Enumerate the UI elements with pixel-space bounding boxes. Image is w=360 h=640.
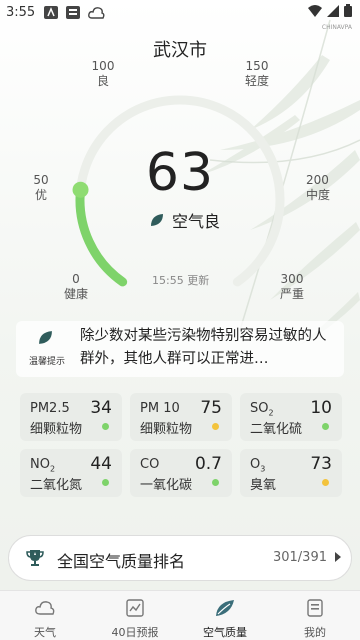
- tab-air-quality[interactable]: 空气质量: [180, 591, 270, 640]
- chart-icon: [126, 599, 144, 617]
- pollutant-name: O3: [250, 457, 266, 474]
- pollutant-value: 75: [200, 398, 222, 418]
- pollutant-card-o3[interactable]: O3 73 臭氧: [240, 449, 342, 497]
- pollutant-desc: 二氧化氮: [30, 478, 83, 493]
- gauge-progress-arc: [75, 185, 128, 287]
- leaf-icon: [151, 214, 163, 226]
- pollutant-value: 0.7: [194, 454, 222, 474]
- pollutant-name: CO: [140, 457, 160, 472]
- pollutant-desc: 二氧化硫: [250, 422, 303, 437]
- tab-profile[interactable]: 我的: [270, 591, 360, 640]
- pollutant-name: NO2: [30, 457, 56, 474]
- pollutant-desc: 细颗粒物: [140, 422, 193, 437]
- pollutant-card-so2[interactable]: SO2 10 二氧化硫: [240, 393, 342, 441]
- tip-label: 温馨提示: [28, 357, 65, 367]
- pollutant-value: 73: [310, 454, 332, 474]
- pollutant-value: 44: [90, 454, 112, 474]
- tab-40day-label: 40日预报: [111, 626, 159, 639]
- pollutant-card-co[interactable]: CO 0.7 一氧化碳: [130, 449, 232, 497]
- ranking-label: 全国空气质量排名: [57, 552, 186, 571]
- pollutant-desc: 臭氧: [250, 478, 277, 493]
- pollutant-status-dot: [102, 423, 109, 430]
- chevron-right-icon: [335, 552, 341, 562]
- tab-weather[interactable]: 天气: [0, 591, 90, 640]
- tab-air-quality-label: 空气质量: [203, 626, 247, 639]
- update-time: 15:55 更新: [152, 274, 210, 287]
- pollutant-card-pm10[interactable]: PM 10 75 细颗粒物: [130, 393, 232, 441]
- tab-weather-label: 天气: [34, 626, 56, 639]
- bottom-tab-bar: 天气 40日预报 空气质量 我的: [0, 590, 360, 640]
- aqi-value: 63: [145, 143, 215, 203]
- gauge-knob[interactable]: [72, 181, 89, 198]
- tip-leaf-icon: [39, 331, 52, 344]
- profile-icon: [307, 599, 323, 617]
- leaf-icon: [216, 600, 234, 616]
- ranking-value: 301/391: [272, 550, 327, 565]
- national-ranking-button[interactable]: 全国空气质量排名 301/391: [8, 535, 352, 581]
- pollutant-status-dot: [212, 423, 219, 430]
- pollutant-value: 10: [310, 398, 332, 418]
- trophy-icon: [26, 550, 44, 566]
- pollutant-value: 34: [90, 398, 112, 418]
- pollutant-desc: 细颗粒物: [30, 422, 83, 437]
- aqi-level: 空气良: [150, 208, 220, 232]
- pollutant-status-dot: [322, 423, 329, 430]
- pollutant-card-no2[interactable]: NO2 44 二氧化氮: [20, 449, 122, 497]
- pollutant-card-pm25[interactable]: PM2.5 34 细颗粒物: [20, 393, 122, 441]
- tip-text: 除少数对某些污染物特别容易过敏的人群外，其他人群可以正常进…: [80, 328, 327, 367]
- aqi-level-label: 空气良: [172, 212, 221, 231]
- pollutant-status-dot: [102, 479, 109, 486]
- pollutant-desc: 一氧化碳: [140, 478, 193, 493]
- cloud-icon: [35, 601, 55, 615]
- pollutant-status-dot: [322, 479, 329, 486]
- pollutant-name: PM2.5: [30, 401, 70, 416]
- pollutant-status-dot: [212, 479, 219, 486]
- pollutant-name: PM 10: [140, 401, 180, 416]
- pollutant-grid: PM2.5 34 细颗粒物 PM 10 75 细颗粒物 SO2 10 二氧化硫 …: [20, 393, 342, 499]
- tab-profile-label: 我的: [304, 626, 326, 639]
- tab-40day-forecast[interactable]: 40日预报: [90, 591, 180, 640]
- health-tip-card[interactable]: 温馨提示 除少数对某些污染物特别容易过敏的人群外，其他人群可以正常进…: [16, 321, 344, 377]
- pollutant-name: SO2: [250, 401, 274, 418]
